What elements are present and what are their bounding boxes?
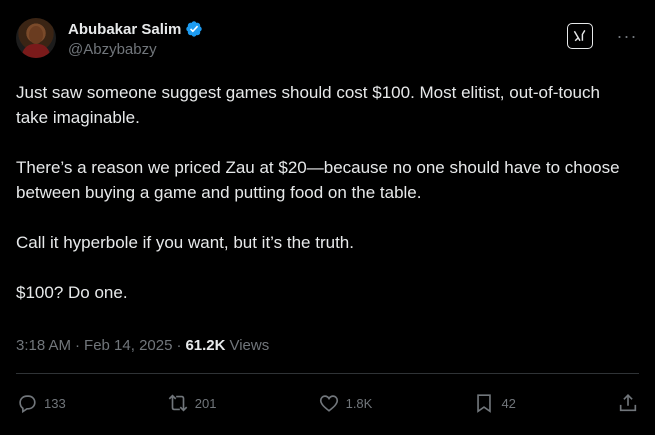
like-button[interactable]: 1.8K: [318, 392, 373, 414]
grok-button[interactable]: [567, 23, 593, 49]
tweet-paragraph: Call it hyperbole if you want, but it’s …: [16, 233, 354, 252]
bookmark-button[interactable]: 42: [473, 392, 516, 414]
more-icon[interactable]: ···: [615, 26, 639, 46]
repost-icon: [168, 394, 188, 412]
tweet-paragraph: $100? Do one.: [16, 283, 128, 302]
grok-icon: [573, 30, 586, 42]
avatar[interactable]: [16, 18, 56, 58]
tweet-text: Just saw someone suggest games should co…: [16, 80, 636, 330]
tweet-time[interactable]: 3:18 AM: [16, 337, 71, 354]
verified-badge-icon: [185, 20, 203, 38]
divider: [16, 373, 639, 374]
meta-separator: ·: [176, 337, 182, 354]
share-icon: [619, 394, 637, 412]
bookmark-count: 42: [501, 395, 516, 411]
reply-icon: [19, 395, 36, 414]
tweet-header: Abubakar Salim @Abzybabzy ···: [16, 18, 639, 66]
tweet-paragraph: There’s a reason we priced Zau at $20—be…: [16, 158, 620, 202]
repost-button[interactable]: 201: [167, 392, 217, 414]
like-icon: [319, 395, 338, 412]
repost-count: 201: [194, 395, 217, 411]
author-name[interactable]: Abubakar Salim: [68, 21, 181, 38]
author-info: Abubakar Salim @Abzybabzy: [68, 20, 203, 58]
like-count: 1.8K: [345, 395, 373, 411]
reply-count: 133: [44, 395, 66, 411]
tweet-meta: 3:18 AM · Feb 14, 2025 · 61.2K Views: [16, 337, 269, 354]
tweet-paragraph: Just saw someone suggest games should co…: [16, 83, 600, 127]
bookmark-icon: [477, 394, 492, 413]
reply-button[interactable]: 133: [16, 392, 66, 414]
tweet-date[interactable]: Feb 14, 2025: [84, 337, 172, 354]
views-label: Views: [229, 337, 270, 354]
meta-separator: ·: [75, 337, 81, 354]
views-count[interactable]: 61.2K: [185, 337, 225, 354]
share-button[interactable]: [617, 392, 639, 414]
action-bar: 133 201 1.8K 42: [16, 390, 639, 416]
author-handle[interactable]: @Abzybabzy: [68, 41, 203, 58]
